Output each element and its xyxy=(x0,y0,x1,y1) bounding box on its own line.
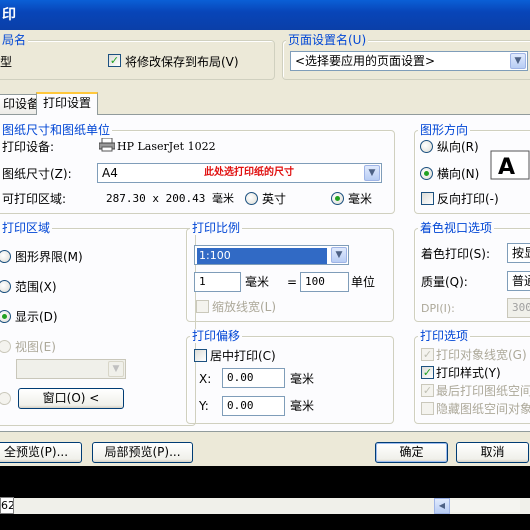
center-plot-label[interactable]: 居中打印(C) xyxy=(210,349,276,363)
tab-plot-settings[interactable]: 打印设置 xyxy=(36,92,99,115)
window-title-bar: 印 xyxy=(0,0,530,30)
extents-label[interactable]: 范围(X) xyxy=(15,280,57,294)
shade-plot-label: 着色打印(S): xyxy=(421,247,491,261)
full-preview-button[interactable]: 全预览(P)... xyxy=(0,442,82,463)
reverse-print-checkbox[interactable] xyxy=(421,192,434,205)
offset-y-unit: 毫米 xyxy=(290,399,315,413)
unit-mm-label[interactable]: 毫米 xyxy=(348,192,372,206)
ok-button[interactable]: 确定 xyxy=(375,442,448,463)
portrait-label[interactable]: 纵向(R) xyxy=(437,140,479,154)
plot-options-group-title: 打印选项 xyxy=(418,329,471,343)
plot-device-value: HP LaserJet 1022 xyxy=(117,140,216,153)
scale-lineweights-checkbox xyxy=(196,300,209,313)
page-setup-group-title: 页面设置名(U) xyxy=(286,33,369,47)
landscape-icon: A xyxy=(490,150,530,183)
chevron-down-icon: ▼ xyxy=(108,361,124,377)
quality-select[interactable]: 普通 xyxy=(507,271,530,291)
shaded-viewport-group-title: 着色视口选项 xyxy=(418,221,495,235)
offset-x-label: X: xyxy=(199,372,212,386)
unit-mm-radio[interactable] xyxy=(331,192,344,205)
dpi-input: 300 xyxy=(507,298,530,318)
plot-paperspace-last-checkbox: ✓ xyxy=(421,384,434,397)
dpi-label: DPI(I): xyxy=(421,302,455,315)
save-layout-label[interactable]: 将修改保存到布局(V) xyxy=(125,55,239,69)
hide-paperspace-checkbox xyxy=(421,402,434,415)
chevron-down-icon: ▼ xyxy=(331,247,347,263)
center-plot-checkbox[interactable] xyxy=(194,349,207,362)
paper-size-select[interactable]: A4 此处选打印纸的尺寸 ▼ xyxy=(97,163,382,183)
landscape-label[interactable]: 横向(N) xyxy=(437,167,479,181)
portrait-radio[interactable] xyxy=(420,140,433,153)
reverse-print-label[interactable]: 反向打印(-) xyxy=(437,192,499,206)
unit-inch-label[interactable]: 英寸 xyxy=(262,192,286,206)
plot-offset-group-title: 打印偏移 xyxy=(190,329,243,343)
unit-inch-radio[interactable] xyxy=(245,192,258,205)
view-select: ▼ xyxy=(16,359,126,379)
scale-equals-label: = xyxy=(287,275,298,289)
limits-label[interactable]: 图形界限(M) xyxy=(15,250,83,264)
offset-y-input[interactable]: 0.00 xyxy=(222,396,285,416)
display-label[interactable]: 显示(D) xyxy=(15,310,58,324)
scale-value2-input[interactable]: 100 xyxy=(300,272,349,292)
orientation-group-title: 图形方向 xyxy=(418,123,471,137)
scroll-track[interactable] xyxy=(450,500,520,512)
printable-area-value: 287.30 x 200.43 毫米 xyxy=(106,192,234,205)
page-setup-select[interactable]: <选择要应用的页面设置> ▼ xyxy=(290,51,528,71)
scroll-left-icon[interactable]: ◀ xyxy=(434,498,450,514)
save-layout-checkbox[interactable]: ✓ xyxy=(108,54,121,67)
plot-area-group-title: 打印区域 xyxy=(0,221,53,235)
plot-lineweights-label: 打印对象线宽(G) xyxy=(436,348,527,362)
scale-mm-label: 毫米 xyxy=(245,275,270,289)
plot-paperspace-last-label: 最后打印图纸空间 xyxy=(436,384,530,398)
plot-styles-checkbox[interactable]: ✓ xyxy=(421,366,434,379)
scale-value1-input[interactable]: 1 xyxy=(194,272,241,292)
paper-size-annotation: 此处选打印纸的尺寸 xyxy=(204,167,294,178)
chevron-down-icon: ▼ xyxy=(364,165,380,181)
paper-size-value: A4 xyxy=(102,166,118,180)
scale-unit-label: 单位 xyxy=(351,275,376,289)
view-label: 视图(E) xyxy=(15,340,56,354)
page-setup-select-value: <选择要应用的页面设置> xyxy=(295,54,436,68)
quality-label: 质量(Q): xyxy=(421,275,468,289)
offset-y-label: Y: xyxy=(199,399,209,413)
shade-plot-select[interactable]: 按显 xyxy=(507,243,530,263)
svg-text:A: A xyxy=(498,155,515,180)
shade-plot-value: 按显 xyxy=(512,246,530,260)
plot-device-label: 打印设备: xyxy=(2,140,55,154)
scale-lineweights-label: 缩放线宽(L) xyxy=(212,300,277,314)
plot-styles-label[interactable]: 打印样式(Y) xyxy=(436,366,501,380)
layout-name-group-title: 局名 xyxy=(0,33,29,47)
offset-x-unit: 毫米 xyxy=(290,372,315,386)
printer-icon xyxy=(98,137,116,155)
cancel-button[interactable]: 取消 xyxy=(456,442,529,463)
plot-scale-select[interactable]: 1:100 ▼ xyxy=(194,245,349,265)
chevron-down-icon: ▼ xyxy=(510,53,526,69)
plot-scale-group-title: 打印比例 xyxy=(190,221,243,235)
paper-size-group-title: 图纸尺寸和图纸单位 xyxy=(0,123,113,137)
plot-lineweights-checkbox: ✓ xyxy=(421,348,434,361)
layout-tab[interactable]: 62 xyxy=(0,497,14,514)
layout-name-partial: 型 xyxy=(0,55,13,69)
quality-value: 普通 xyxy=(512,274,530,288)
printable-area-label: 可打印区域: xyxy=(2,192,67,206)
hide-paperspace-label: 隐藏图纸空间对象 xyxy=(436,402,530,416)
window-title: 印 xyxy=(2,7,16,23)
offset-x-input[interactable]: 0.00 xyxy=(222,368,285,388)
partial-preview-button[interactable]: 局部预览(P)... xyxy=(92,442,193,463)
paper-size-label: 图纸尺寸(Z): xyxy=(2,167,72,181)
window-button[interactable]: 窗口(O) < xyxy=(18,388,124,409)
plot-scale-value: 1:100 xyxy=(197,248,327,264)
landscape-radio[interactable] xyxy=(420,167,433,180)
